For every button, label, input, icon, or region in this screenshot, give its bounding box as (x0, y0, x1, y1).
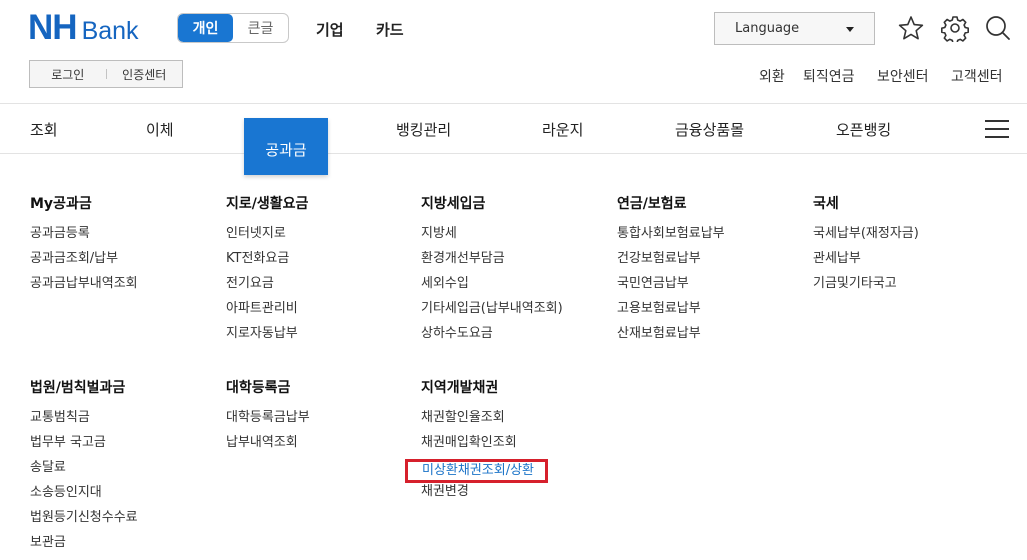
login-cert-box: 로그인 인증센터 (29, 60, 183, 88)
menu-item[interactable]: 세외수입 (421, 275, 563, 300)
menu-col-title[interactable]: 국세 (813, 194, 919, 214)
caret-down-icon (846, 27, 854, 32)
menu-item[interactable]: 통합사회보험료납부 (617, 225, 725, 250)
menu-item[interactable]: 고용보험료납부 (617, 300, 725, 325)
menu-item[interactable]: 공과금납부내역조회 (30, 275, 138, 300)
menu-col-title[interactable]: 지로/생활요금 (226, 194, 308, 214)
menu-item[interactable]: 기타세입금(납부내역조회) (421, 300, 563, 325)
menu-item[interactable]: 관세납부 (813, 250, 919, 275)
gnb-item-lounge[interactable]: 라운지 (542, 119, 583, 140)
menu-item[interactable]: 건강보험료납부 (617, 250, 725, 275)
menu-item[interactable]: 지로자동납부 (226, 325, 308, 350)
gnb-bottom-divider (0, 153, 1027, 154)
hamburger-menu-icon[interactable] (985, 120, 1009, 138)
menu-col-regional-bonds: 지역개발채권 채권할인율조회 채권매입확인조회 미상환채권조회/상환 채권변경 (405, 378, 549, 508)
menu-item[interactable]: 공과금조회/납부 (30, 250, 138, 275)
gnb-item-open-banking[interactable]: 오픈뱅킹 (836, 119, 891, 140)
gnb-item-transfer[interactable]: 이체 (146, 119, 174, 140)
gear-icon[interactable] (941, 14, 969, 45)
menu-item[interactable]: 교통범칙금 (30, 409, 138, 434)
login-button[interactable]: 로그인 (30, 66, 106, 83)
menu-item[interactable]: 인터넷지로 (226, 225, 308, 250)
cert-center-button[interactable]: 인증센터 (107, 66, 183, 83)
star-icon[interactable] (897, 14, 925, 42)
gnb-item-product-mall[interactable]: 금융상품몰 (675, 119, 744, 140)
nh-bank-logo[interactable]: NH Bank (28, 8, 139, 47)
search-icon[interactable] (984, 14, 1012, 42)
menu-item[interactable]: 상하수도요금 (421, 325, 563, 350)
menu-col-national-tax: 국세 국세납부(재정자금) 관세납부 기금및기타국고 (813, 194, 919, 300)
gnb-top-divider (0, 103, 1027, 104)
menu-item[interactable]: 법원등기신청수수료 (30, 509, 138, 534)
card-link[interactable]: 카드 (376, 19, 404, 40)
menu-col-local-tax: 지방세입금 지방세 환경개선부담금 세외수입 기타세입금(납부내역조회) 상하수… (421, 194, 563, 350)
menu-col-my-bills: My공과금 공과금등록 공과금조회/납부 공과금납부내역조회 (30, 194, 138, 300)
gnb-item-utility-bills[interactable]: 공과금 (244, 118, 328, 175)
personal-toggle-button[interactable]: 개인 (178, 14, 233, 42)
util-link-pension[interactable]: 퇴직연금 (803, 66, 855, 86)
menu-item[interactable]: 전기요금 (226, 275, 308, 300)
menu-item[interactable]: 채권매입확인조회 (421, 434, 548, 459)
menu-col-court-fines: 법원/범칙벌과금 교통범칙금 법무부 국고금 송달료 소송등인지대 법원등기신청… (30, 378, 138, 559)
menu-item[interactable]: 보관금 (30, 534, 138, 559)
menu-col-title[interactable]: 대학등록금 (226, 378, 310, 398)
customer-type-toggle: 개인 큰글 (177, 13, 289, 43)
menu-item[interactable]: 소송등인지대 (30, 484, 138, 509)
menu-col-pension: 연금/보험료 통합사회보험료납부 건강보험료납부 국민연금납부 고용보험료납부 … (617, 194, 725, 350)
menu-item-unredeemed-bonds-highlighted[interactable]: 미상환채권조회/상환 (405, 459, 549, 483)
corporate-link[interactable]: 기업 (316, 19, 344, 40)
menu-col-title[interactable]: 지방세입금 (421, 194, 563, 214)
menu-item[interactable]: 국세납부(재정자금) (813, 225, 919, 250)
menu-col-title[interactable]: 연금/보험료 (617, 194, 725, 214)
menu-col-tuition: 대학등록금 대학등록금납부 납부내역조회 (226, 378, 310, 459)
logo-nh-text: NH (28, 8, 78, 47)
gnb-item-inquiry[interactable]: 조회 (30, 119, 58, 140)
menu-item[interactable]: 법무부 국고금 (30, 434, 138, 459)
menu-item[interactable]: 국민연금납부 (617, 275, 725, 300)
large-font-toggle-button[interactable]: 큰글 (233, 14, 288, 42)
menu-item[interactable]: 납부내역조회 (226, 434, 310, 459)
menu-item[interactable]: 송달료 (30, 459, 138, 484)
menu-item[interactable]: 기금및기타국고 (813, 275, 919, 300)
language-select[interactable]: Language (714, 12, 875, 45)
menu-col-title[interactable]: My공과금 (30, 194, 138, 214)
util-link-customer[interactable]: 고객센터 (951, 66, 1003, 86)
menu-col-giro: 지로/생활요금 인터넷지로 KT전화요금 전기요금 아파트관리비 지로자동납부 (226, 194, 308, 350)
util-link-security[interactable]: 보안센터 (877, 66, 929, 86)
menu-item[interactable]: 환경개선부담금 (421, 250, 563, 275)
menu-item[interactable]: 대학등록금납부 (226, 409, 310, 434)
menu-col-title[interactable]: 법원/범칙벌과금 (30, 378, 138, 398)
util-link-forex[interactable]: 외환 (759, 66, 785, 86)
menu-item[interactable]: 아파트관리비 (226, 300, 308, 325)
menu-item[interactable]: 채권변경 (421, 483, 548, 508)
logo-bank-text: Bank (81, 17, 139, 45)
menu-item[interactable]: 지방세 (421, 225, 563, 250)
language-select-label: Language (735, 21, 800, 36)
menu-item[interactable]: 공과금등록 (30, 225, 138, 250)
menu-col-title[interactable]: 지역개발채권 (421, 378, 548, 398)
menu-item[interactable]: 산재보험료납부 (617, 325, 725, 350)
menu-item[interactable]: KT전화요금 (226, 250, 308, 275)
gnb-item-banking-mgmt[interactable]: 뱅킹관리 (396, 119, 451, 140)
menu-item[interactable]: 채권할인율조회 (421, 409, 548, 434)
